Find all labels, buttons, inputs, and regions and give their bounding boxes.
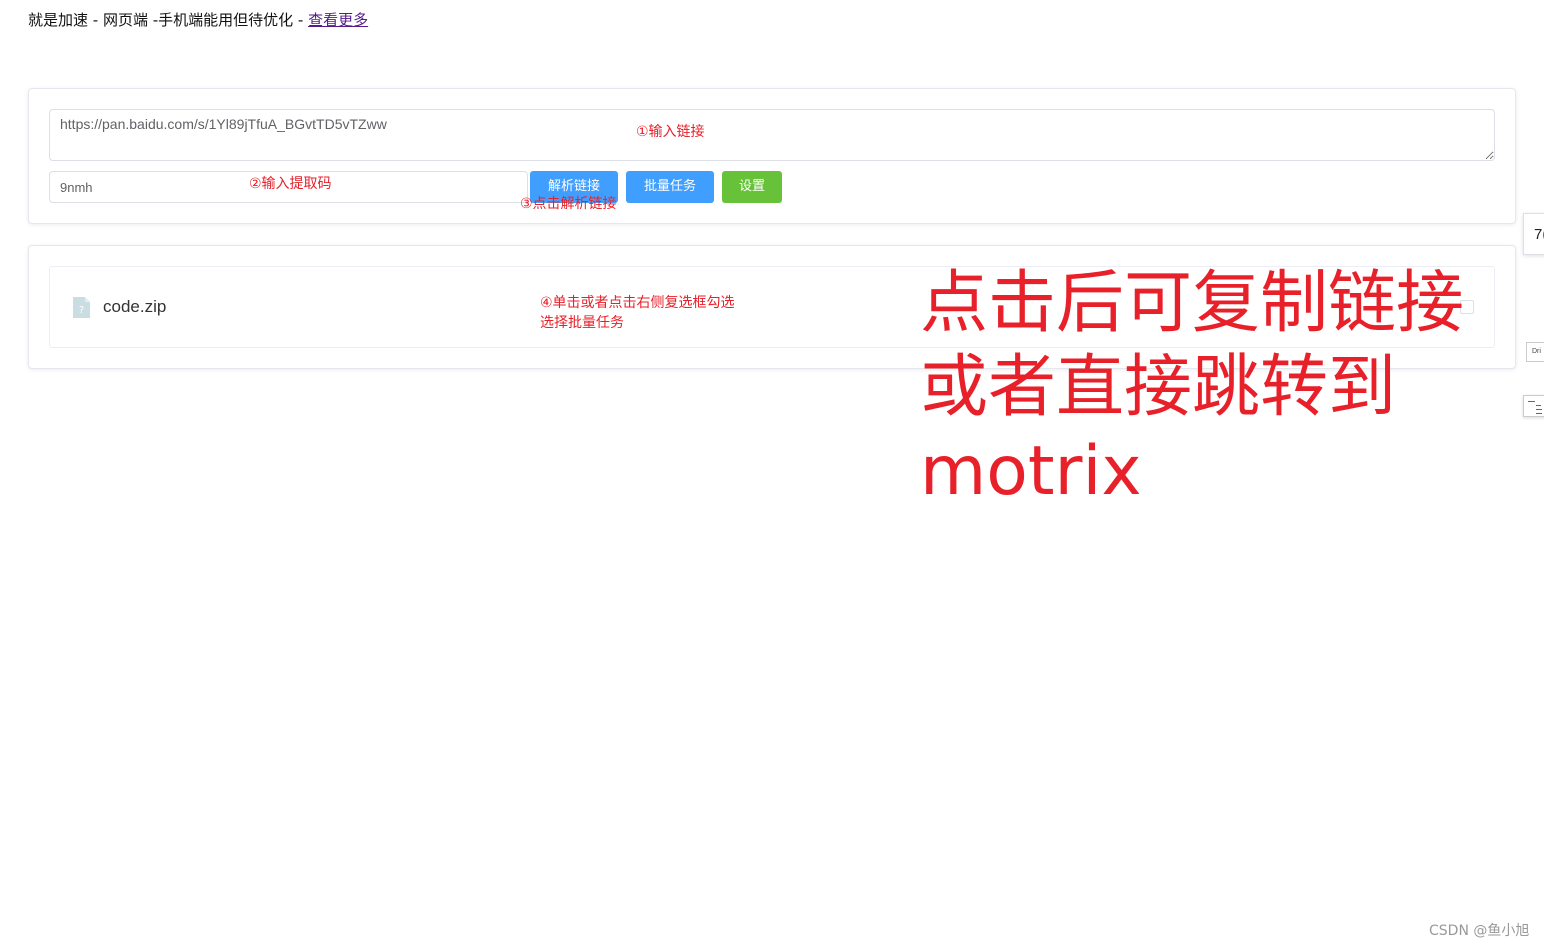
share-link-input[interactable]: https://pan.baidu.com/s/1Yl89jTfuA_BGvtT… bbox=[49, 109, 1495, 161]
input-card: https://pan.baidu.com/s/1Yl89jTfuA_BGvtT… bbox=[28, 88, 1516, 224]
annotation-large-line-2: 或者直接跳转到 bbox=[920, 348, 1397, 427]
file-name: code.zip bbox=[103, 297, 167, 316]
svg-text:?: ? bbox=[79, 305, 84, 316]
annotation-large-line-3: motrix bbox=[920, 432, 1142, 511]
annotation-step-4-line-2: 选择批量任务 bbox=[540, 315, 624, 331]
annotation-step-3: ③点击解析链接 bbox=[520, 196, 617, 212]
header-text: 就是加速 - 网页端 -手机端能用但待优化 - bbox=[28, 11, 309, 29]
settings-button[interactable]: 设置 bbox=[722, 171, 782, 203]
edge-side-tab[interactable]: 7( bbox=[1523, 213, 1544, 255]
annotation-large-line-1: 点击后可复制链接 bbox=[920, 264, 1465, 343]
annotation-step-2: ②输入提取码 bbox=[249, 176, 332, 192]
edge-list-icon[interactable] bbox=[1523, 395, 1544, 417]
batch-task-button[interactable]: 批量任务 bbox=[626, 171, 714, 203]
annotation-large: 点击后可复制链接 或者直接跳转到 motrix bbox=[920, 262, 1464, 514]
annotation-step-4: ④单击或者点击右侧复选框勾选 选择批量任务 bbox=[540, 293, 735, 333]
annotation-step-1: ①输入链接 bbox=[636, 124, 705, 140]
page-header: 就是加速 - 网页端 -手机端能用但待优化 - 查看更多 bbox=[28, 9, 368, 30]
view-more-link[interactable]: 查看更多 bbox=[308, 11, 368, 29]
watermark: CSDN @鱼小旭 bbox=[1429, 923, 1530, 939]
unknown-file-icon: ? bbox=[73, 297, 90, 318]
edge-mini-widget[interactable]: Dri bbox=[1526, 342, 1544, 362]
annotation-step-4-line-1: ④单击或者点击右侧复选框勾选 bbox=[540, 295, 735, 311]
